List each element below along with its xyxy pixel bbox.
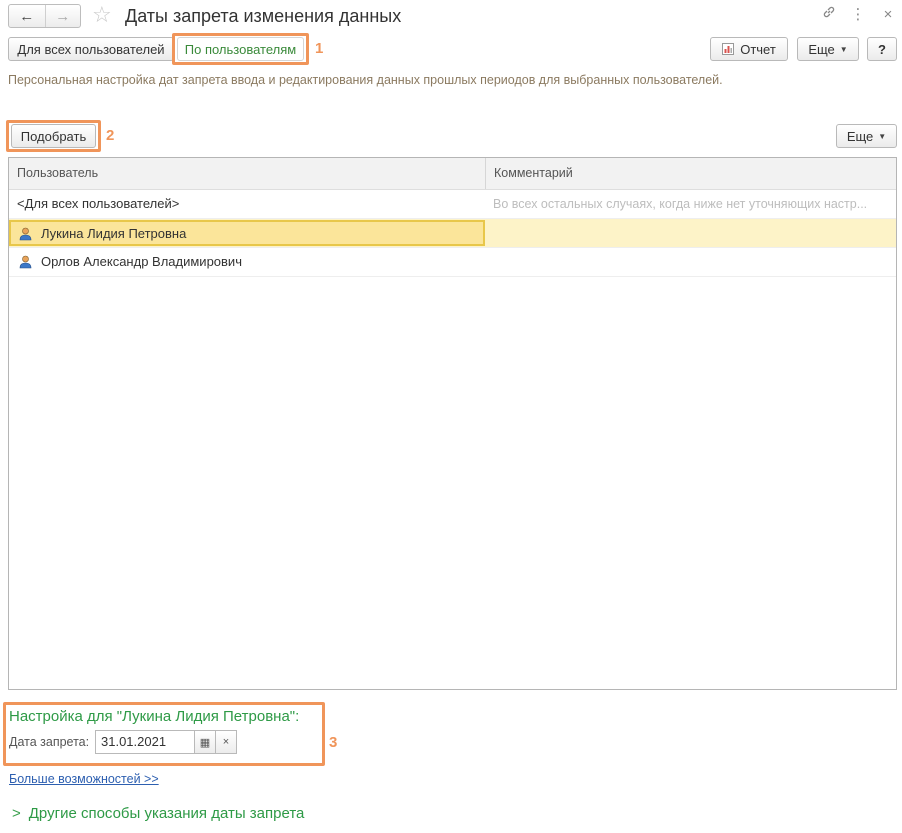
chevron-down-icon: ▼	[878, 131, 887, 141]
row-user: Лукина Лидия Петровна	[9, 220, 485, 246]
list-more-label: Еще	[846, 128, 874, 144]
more-button[interactable]: Еще ▼	[797, 37, 859, 61]
user-icon	[19, 227, 32, 241]
users-table[interactable]: Пользователь Комментарий <Для всех польз…	[8, 157, 897, 690]
table-row-selected[interactable]: Лукина Лидия Петровна	[9, 219, 896, 248]
table-row[interactable]: <Для всех пользователей> Во всех остальн…	[9, 190, 896, 219]
report-icon	[722, 43, 735, 55]
tab-all-users[interactable]: Для всех пользователей	[8, 37, 174, 61]
menu-icon[interactable]: ⋮	[848, 5, 868, 25]
date-input[interactable]: 31.01.2021	[95, 730, 195, 754]
calendar-icon[interactable]: ▦	[194, 730, 216, 754]
chevron-down-icon: ▼	[839, 44, 848, 54]
other-methods-toggle[interactable]: > Другие способы указания даты запрета	[12, 805, 304, 822]
settings-title: Настройка для "Лукина Лидия Петровна":	[9, 708, 300, 725]
table-header: Пользователь Комментарий	[9, 158, 896, 190]
list-more-button[interactable]: Еще ▼	[836, 124, 897, 148]
link-icon-graphic	[823, 6, 835, 18]
row-user-label: Орлов Александр Владимирович	[41, 254, 242, 269]
highlight-frame-1: По пользователям	[172, 33, 309, 65]
marker-2: 2	[106, 127, 115, 144]
row-user: <Для всех пользователей>	[17, 196, 180, 211]
column-header-comment[interactable]: Комментарий	[485, 158, 896, 189]
clear-icon[interactable]: ×	[215, 730, 237, 754]
marker-1: 1	[315, 40, 324, 57]
column-header-user[interactable]: Пользователь	[9, 158, 485, 189]
chevron-right-icon: >	[12, 805, 21, 822]
other-methods-label: Другие способы указания даты запрета	[28, 805, 305, 822]
report-label: Отчет	[740, 41, 776, 57]
row-user: Орлов Александр Владимирович	[9, 248, 485, 276]
tab-by-users[interactable]: По пользователям	[177, 37, 304, 61]
navigation-group: ← →	[8, 4, 81, 28]
user-icon	[19, 255, 32, 269]
forward-icon[interactable]: →	[44, 5, 81, 27]
page-title: Даты запрета изменения данных	[125, 6, 402, 26]
close-icon[interactable]: ×	[878, 5, 898, 25]
table-row[interactable]: Орлов Александр Владимирович	[9, 248, 896, 277]
row-comment: Во всех остальных случаях, когда ниже не…	[493, 197, 868, 211]
back-icon[interactable]: ←	[9, 5, 45, 27]
star-icon[interactable]: ☆	[92, 3, 112, 27]
more-label: Еще	[808, 41, 835, 57]
row-comment	[485, 248, 896, 276]
report-button[interactable]: Отчет	[710, 37, 788, 61]
description-text: Персональная настройка дат запрета ввода…	[8, 73, 723, 87]
marker-3: 3	[329, 734, 338, 751]
link-icon[interactable]	[819, 5, 839, 25]
help-button[interactable]: ?	[867, 37, 897, 61]
date-label: Дата запрета:	[9, 735, 90, 749]
pick-button[interactable]: Подобрать	[11, 124, 96, 148]
row-user-label: Лукина Лидия Петровна	[41, 226, 187, 241]
highlight-frame-2: Подобрать	[6, 120, 101, 152]
more-options-link[interactable]: Больше возможностей >>	[9, 772, 159, 786]
row-comment	[485, 219, 896, 247]
